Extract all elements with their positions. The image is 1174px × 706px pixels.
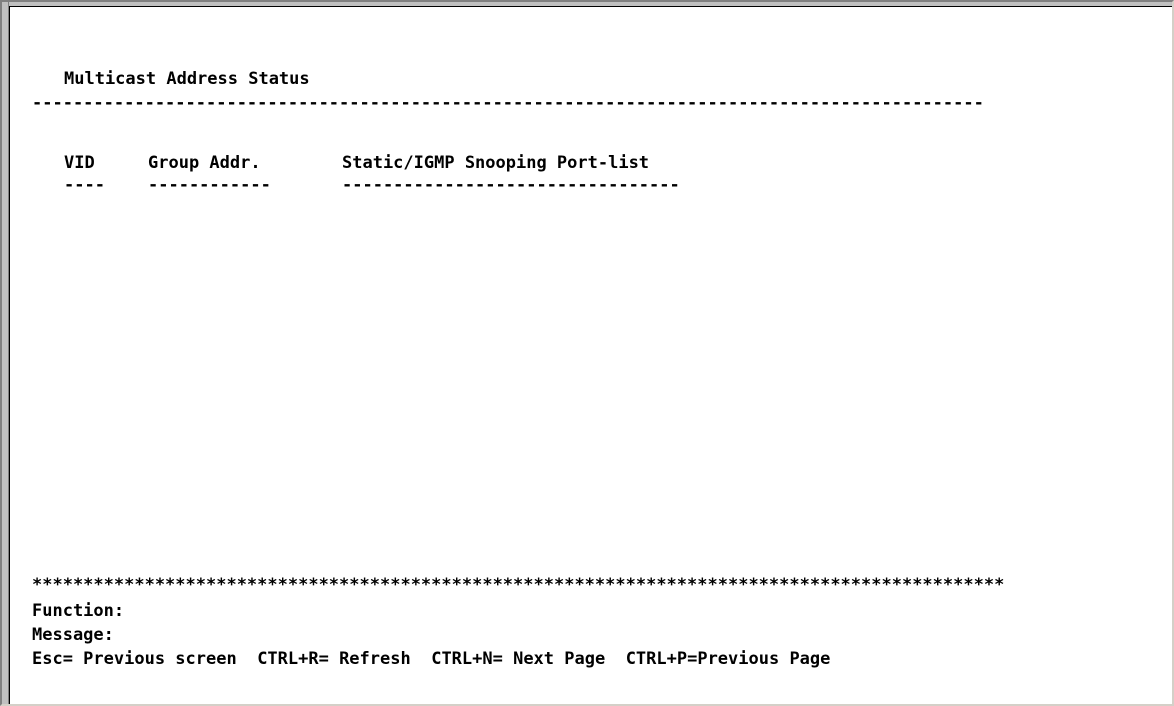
ctrl-n-next-page-key[interactable]: CTRL+N= Next Page — [431, 649, 605, 669]
window-left-bevel — [2, 2, 9, 704]
ctrl-r-refresh-key[interactable]: CTRL+R= Refresh — [257, 649, 411, 669]
function-label: Function: — [32, 601, 125, 621]
column-header-port-list: Static/IGMP Snooping Port-list — [342, 153, 650, 173]
page-title: Multicast Address Status — [64, 69, 310, 89]
column-header-group-addr: Group Addr. — [148, 153, 261, 173]
column-underline-vid: ---- — [64, 175, 105, 195]
key-help-bar: Esc= Previous screen CTRL+R= Refresh CTR… — [32, 649, 830, 669]
console-window: Multicast Address Status ---------------… — [0, 0, 1174, 706]
column-underline-group-addr: ------------ — [148, 175, 271, 195]
title-separator: ----------------------------------------… — [32, 93, 984, 113]
message-label: Message: — [32, 625, 114, 645]
footer-separator: ****************************************… — [32, 575, 1005, 595]
esc-previous-screen-key[interactable]: Esc= Previous screen — [32, 649, 237, 669]
ctrl-p-previous-page-key[interactable]: CTRL+P=Previous Page — [626, 649, 831, 669]
column-header-vid: VID — [64, 153, 95, 173]
column-underline-port-list: --------------------------------- — [342, 175, 680, 195]
terminal-screen[interactable]: Multicast Address Status ---------------… — [9, 6, 1172, 704]
